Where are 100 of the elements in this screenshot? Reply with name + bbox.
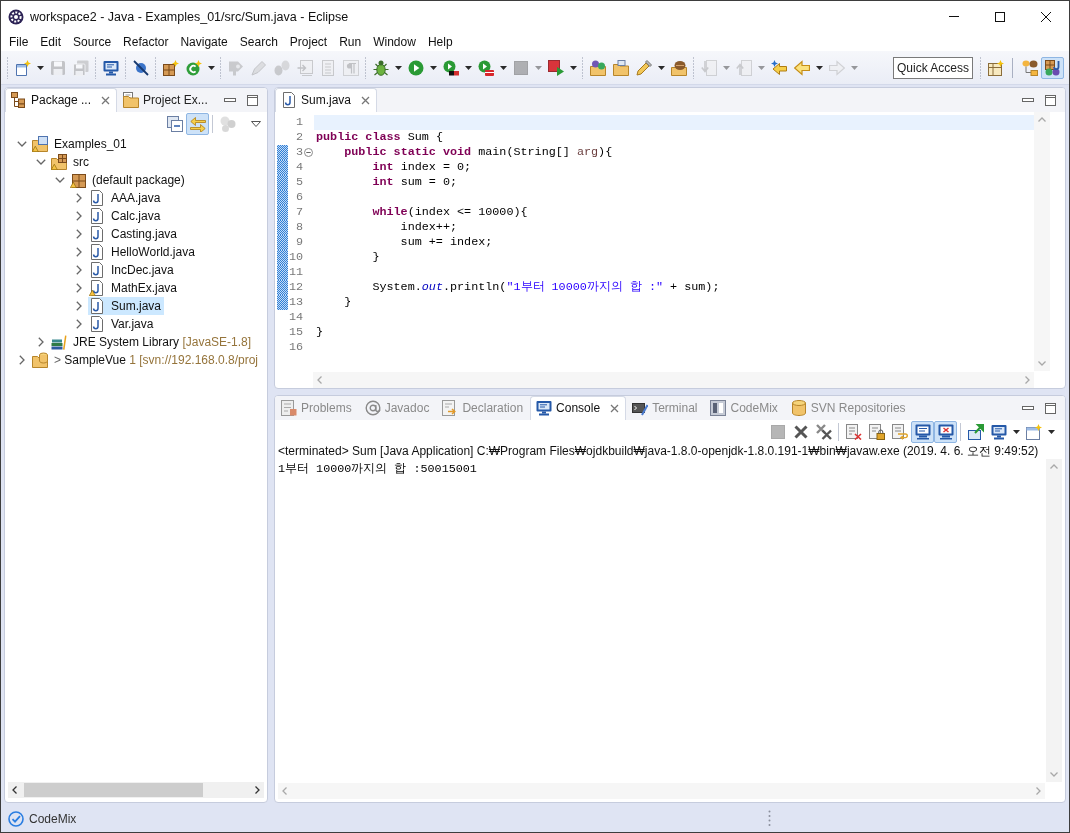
line-number: 6 [294, 190, 303, 205]
scrollbar-thumb[interactable] [24, 782, 204, 797]
folder-icon [612, 59, 629, 76]
tree-item[interactable]: src [50, 153, 92, 171]
maximize-icon[interactable] [1045, 402, 1056, 414]
line-number: 11 [288, 265, 303, 280]
tree-item[interactable]: (default package) [69, 171, 188, 189]
tree-item[interactable]: Sum.java [88, 297, 165, 315]
caret-icon[interactable] [464, 65, 472, 70]
chevron-down-icon[interactable] [17, 141, 27, 147]
chevron-right-icon[interactable] [76, 229, 82, 239]
double-x-icon [815, 424, 832, 440]
document-down-icon [700, 59, 717, 76]
window-arrow-icon [967, 424, 984, 440]
line-number: 14 [288, 310, 303, 325]
menu-item[interactable]: Run [333, 32, 368, 51]
caret-icon[interactable] [499, 65, 507, 70]
quick-access-field[interactable]: Quick Access [893, 56, 973, 79]
tree-item[interactable]: Casting.java [88, 225, 181, 243]
tree-item[interactable]: > SampleVue 1 [svn://192.168.0.8/proj [31, 351, 262, 369]
caret-icon[interactable] [207, 65, 215, 70]
chevron-right-icon[interactable] [255, 785, 260, 794]
tree-item[interactable]: IncDec.java [88, 261, 177, 279]
monitor-icon [102, 59, 119, 76]
chevron-right-icon[interactable] [76, 211, 82, 221]
menu-item[interactable]: Edit [34, 32, 68, 51]
menu-item[interactable]: Search [233, 32, 284, 51]
process-label: <terminated> Sum [Java Application] C:₩Program Files₩ojdkbuild₩java-1.8.0-openjdk-1.8.0.191-1₩bin₩javaw.exe (2019. 4. 6. 오전 9:49:52) [277, 444, 1040, 459]
chevron-right-icon[interactable] [76, 265, 82, 275]
chevron-right-icon[interactable] [19, 355, 25, 365]
tree-item[interactable]: Examples_01 [31, 135, 130, 153]
chevron-left-icon[interactable] [12, 785, 17, 794]
document-star-icon [14, 59, 31, 76]
chevron-down-icon[interactable] [36, 159, 46, 165]
chevron-right-icon[interactable] [76, 319, 82, 329]
play-bars-icon [442, 59, 459, 76]
chevron-right-icon[interactable] [76, 247, 82, 257]
perspective-button[interactable] [1041, 56, 1064, 79]
caret-icon[interactable] [1047, 430, 1055, 434]
caret-icon[interactable] [569, 65, 577, 70]
tree-item[interactable]: Calc.java [88, 207, 164, 225]
line-number: 10 [288, 250, 303, 265]
caret-icon[interactable] [429, 65, 437, 70]
tree-item[interactable]: AAA.java [88, 189, 164, 207]
minimize-icon[interactable] [1022, 98, 1034, 102]
minimize-icon[interactable] [224, 98, 236, 102]
close-icon[interactable] [361, 95, 371, 105]
menu-item[interactable]: Source [67, 32, 118, 51]
tree-item[interactable]: Var.java [88, 315, 157, 333]
at-sign-icon [364, 400, 381, 416]
close-icon[interactable] [610, 403, 620, 413]
window-title: workspace2 - Java - Examples_01/src/Sum.java - Eclipse [30, 9, 350, 24]
folder-balls-icon [589, 59, 606, 76]
tab[interactable]: Package ... [5, 88, 118, 112]
status-label: CodeMix [29, 811, 77, 826]
chevron-right-icon[interactable] [76, 283, 82, 293]
tab[interactable]: Sum.java [275, 88, 378, 112]
package-tree-icon [11, 92, 27, 108]
maximize-icon[interactable] [247, 94, 258, 106]
toolbar-button[interactable] [911, 421, 934, 443]
line-number: 5 [294, 175, 303, 190]
right-arrow-icon [828, 59, 845, 76]
chevron-down-icon[interactable] [55, 177, 65, 183]
tree-item[interactable]: HelloWorld.java [88, 243, 198, 261]
menu-item[interactable]: File [3, 32, 35, 51]
toolbar-button[interactable] [934, 421, 957, 443]
triangle-down-icon[interactable] [251, 120, 261, 127]
menu-item[interactable]: Window [367, 32, 422, 51]
maximize-icon[interactable] [1045, 94, 1056, 106]
monitor-message-icon [914, 424, 931, 440]
caret-icon[interactable] [815, 65, 823, 70]
monitor-error-icon [937, 424, 954, 440]
menu-item[interactable]: Navigate [174, 32, 234, 51]
tag-icon [227, 59, 244, 76]
marker-pen-icon [635, 59, 652, 76]
caret-icon[interactable] [36, 65, 44, 70]
menu-item[interactable]: Refactor [117, 32, 175, 51]
chevron-right-icon[interactable] [76, 193, 82, 203]
line-number: 13 [288, 295, 303, 310]
caret-icon[interactable] [394, 65, 402, 70]
document-up-icon [735, 59, 752, 76]
menu-item[interactable]: Project [283, 32, 334, 51]
tree-item[interactable]: JRE System Library [JavaSE-1.8] [50, 333, 255, 351]
caret-icon[interactable] [657, 65, 665, 70]
tab[interactable]: Project Ex... [117, 88, 215, 112]
chevron-right-icon[interactable] [38, 337, 44, 347]
horizontal-scrollbar[interactable] [8, 781, 264, 798]
tree-item[interactable]: MathEx.java [88, 279, 181, 297]
minimize-icon [949, 16, 959, 17]
line-number: 12 [288, 280, 303, 295]
caret-icon[interactable] [1012, 430, 1020, 434]
folder-bean-icon [670, 59, 687, 76]
chevron-right-icon[interactable] [76, 301, 82, 311]
menu-item[interactable]: Help [421, 32, 459, 51]
tab[interactable]: Console [530, 396, 627, 420]
close-icon[interactable] [101, 95, 111, 105]
console-output: 1부터 10000까지의 합 :50015001 [278, 462, 478, 477]
minus-circle-icon[interactable] [304, 148, 313, 157]
minimize-icon[interactable] [1022, 406, 1034, 410]
monitor-icon [536, 400, 553, 416]
